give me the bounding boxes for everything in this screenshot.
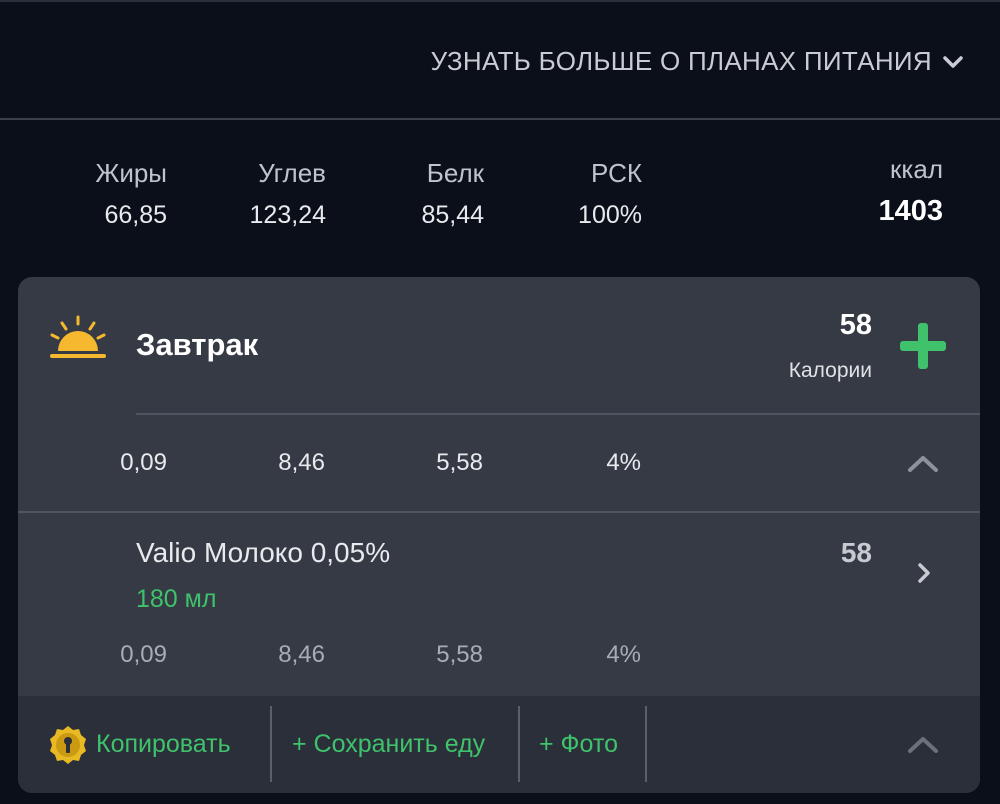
summary-rdi-label: РСК xyxy=(591,158,642,188)
summary-rdi-value: 100% xyxy=(578,201,642,229)
summary-kcal: ккал 1403 xyxy=(878,154,943,228)
summary-kcal-label: ккал xyxy=(890,154,943,184)
photo-button[interactable]: + Фото xyxy=(539,696,618,793)
photo-button-label: + Фото xyxy=(539,730,618,758)
premium-lock-icon xyxy=(50,725,86,764)
copy-button[interactable]: Копировать xyxy=(48,696,231,793)
meal-fat: 0,09 xyxy=(120,449,167,476)
food-item-protein: 5,58 xyxy=(436,641,483,668)
summary-rdi: РСК 100% xyxy=(578,158,642,230)
footer-separator xyxy=(645,706,647,782)
summary-protein-label: Белк xyxy=(426,158,484,188)
meal-protein: 5,58 xyxy=(436,449,483,476)
daily-summary: Жиры 66,85 Углев 123,24 Белк 85,44 РСК 1… xyxy=(0,154,1000,238)
meal-plans-link-label: УЗНАТЬ БОЛЬШЕ О ПЛАНАХ ПИТАНИЯ xyxy=(430,46,932,76)
save-food-button-label: + Сохранить еду xyxy=(292,730,486,758)
header-divider xyxy=(0,118,1000,120)
summary-protein: Белк 85,44 xyxy=(421,158,484,230)
summary-protein-value: 85,44 xyxy=(421,201,484,229)
meal-items-divider xyxy=(18,511,980,513)
top-rule xyxy=(0,0,1000,2)
food-item-calories: 58 xyxy=(840,537,872,568)
food-item-carbs: 8,46 xyxy=(278,641,325,668)
footer-separator xyxy=(270,706,272,782)
summary-fat-value: 66,85 xyxy=(104,201,167,229)
chevron-down-icon xyxy=(943,55,963,68)
summary-carbs-value: 123,24 xyxy=(249,201,326,229)
meal-footer: Копировать + Сохранить еду + Фото xyxy=(18,696,980,793)
summary-fat-label: Жиры xyxy=(95,158,167,188)
summary-kcal-value: 1403 xyxy=(878,195,943,227)
add-food-button[interactable] xyxy=(898,321,948,371)
copy-button-label: Копировать xyxy=(96,730,231,758)
chevron-right-icon xyxy=(918,563,930,583)
meal-title: Завтрак xyxy=(136,327,259,362)
meal-plans-link[interactable]: УЗНАТЬ БОЛЬШЕ О ПЛАНАХ ПИТАНИЯ xyxy=(431,46,964,77)
summary-carbs-label: Углев xyxy=(258,158,326,188)
food-item-name: Valio Молоко 0,05% xyxy=(136,537,391,568)
food-item-quantity: 180 мл xyxy=(136,585,217,613)
meal-calories-value: 58 xyxy=(839,309,872,341)
meal-card-breakfast: Завтрак 58 Калории 0,09 8,46 5,58 4% Val… xyxy=(18,277,980,793)
collapse-meal-button[interactable] xyxy=(906,453,940,475)
summary-fat: Жиры 66,85 xyxy=(95,158,167,230)
meal-rdi: 4% xyxy=(606,449,641,476)
meal-carbs: 8,46 xyxy=(278,449,325,476)
meal-calories-label: Калории xyxy=(788,359,872,382)
food-item-macros-row: 0,09 8,46 5,58 4% xyxy=(18,641,980,681)
meal-header-divider xyxy=(136,413,980,415)
food-item-rdi: 4% xyxy=(606,641,641,668)
sunrise-icon xyxy=(50,315,106,358)
collapse-footer-button[interactable] xyxy=(906,734,940,756)
save-food-button[interactable]: + Сохранить еду xyxy=(292,696,485,793)
meal-macros-row: 0,09 8,46 5,58 4% xyxy=(18,449,980,489)
footer-separator xyxy=(518,706,520,782)
summary-carbs: Углев 123,24 xyxy=(250,158,326,230)
food-item-fat: 0,09 xyxy=(120,641,167,668)
